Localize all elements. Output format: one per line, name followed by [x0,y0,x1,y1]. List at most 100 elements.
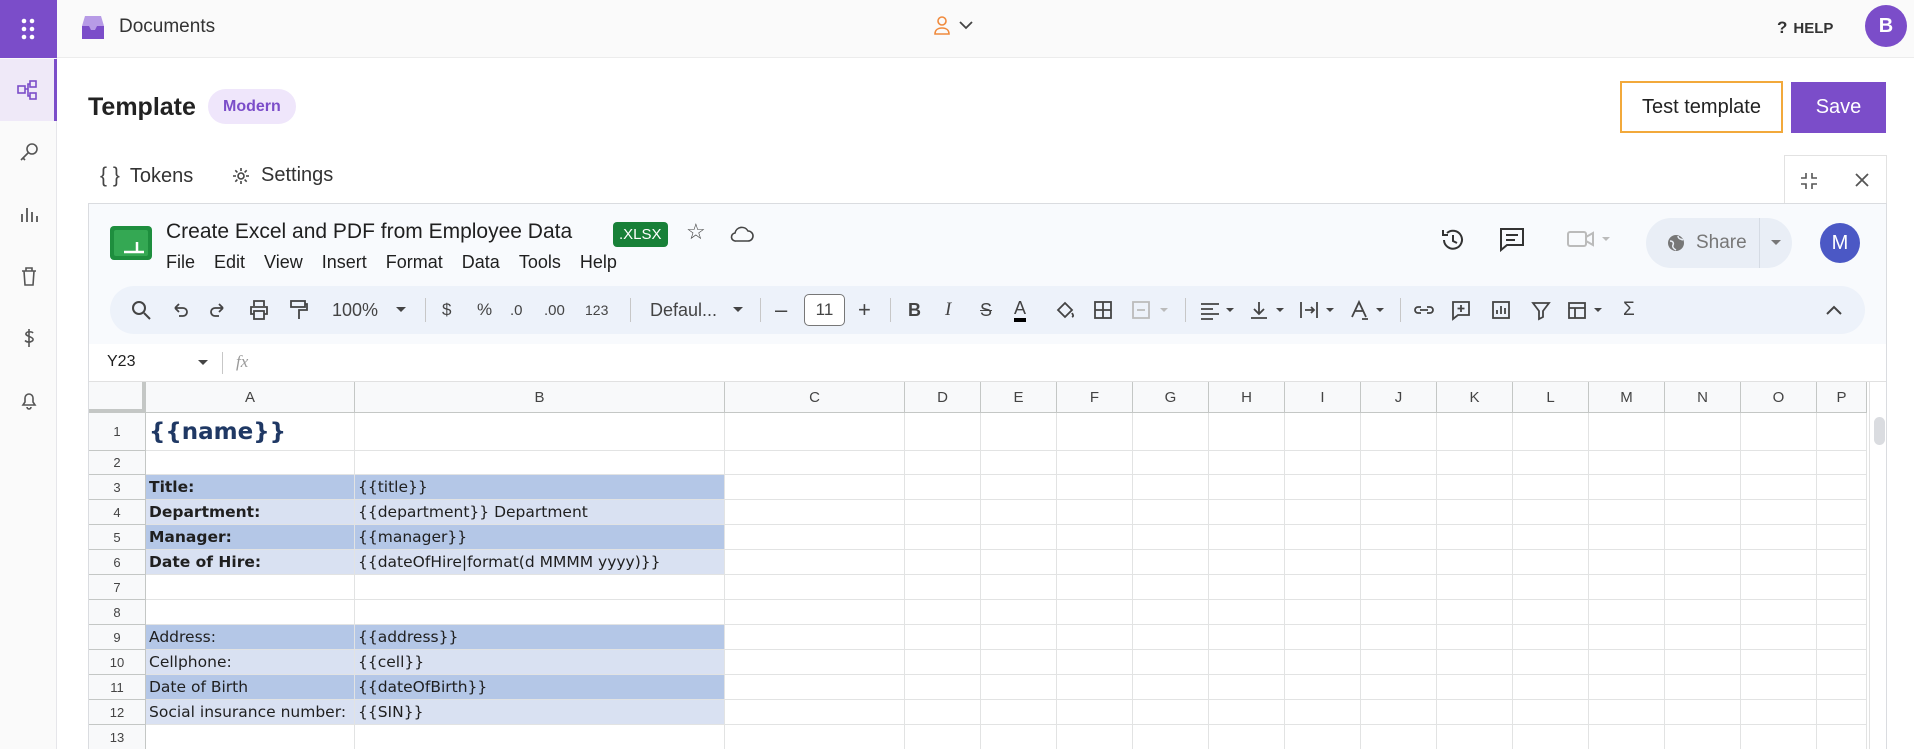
cell-a6[interactable]: Date of Hire: [146,550,355,575]
cell-p13[interactable] [1817,725,1867,749]
font-family-select[interactable]: Defaul... [650,298,717,322]
cell-f10[interactable] [1057,650,1133,675]
cell-g3[interactable] [1133,475,1209,500]
column-header[interactable]: O [1741,382,1817,413]
cell-p1[interactable] [1817,413,1867,451]
menu-help[interactable]: Help [580,252,617,273]
cell-grid[interactable]: A B C D E F G H I J K L M N O P 1 2 3 4 5 6 7 8 9 10 11 12 13 {{name}… [89,382,1886,749]
cell-b2[interactable] [355,451,725,475]
font-size-increase-button[interactable]: + [858,297,871,322]
cell-f2[interactable] [1057,451,1133,475]
cell-g13[interactable] [1133,725,1209,749]
cell-j2[interactable] [1361,451,1437,475]
cell-n9[interactable] [1665,625,1741,650]
cell-f13[interactable] [1057,725,1133,749]
cell-o1[interactable] [1741,413,1817,451]
save-button[interactable]: Save [1791,82,1886,133]
cell-m4[interactable] [1589,500,1665,525]
filter-icon[interactable] [1530,298,1552,322]
functions-button[interactable]: Σ [1623,298,1635,322]
cell-g9[interactable] [1133,625,1209,650]
cell-a8[interactable] [146,600,355,625]
cell-m6[interactable] [1589,550,1665,575]
cell-l12[interactable] [1513,700,1589,725]
cell-b12[interactable]: {{SIN}} [355,700,725,725]
cell-o6[interactable] [1741,550,1817,575]
cell-l10[interactable] [1513,650,1589,675]
cell-b5[interactable]: {{manager}} [355,525,725,550]
vertical-scrollbar[interactable] [1869,382,1886,749]
font-size-input[interactable]: 11 [804,294,845,326]
cell-g12[interactable] [1133,700,1209,725]
cell-e2[interactable] [981,451,1057,475]
cell-l7[interactable] [1513,575,1589,600]
cell-o5[interactable] [1741,525,1817,550]
cell-a5[interactable]: Manager: [146,525,355,550]
cell-m7[interactable] [1589,575,1665,600]
row-header[interactable]: 2 [89,451,146,475]
cell-c1[interactable] [725,413,905,451]
cell-d7[interactable] [905,575,981,600]
cell-e1[interactable] [981,413,1057,451]
zoom-dropdown-icon[interactable] [395,298,407,322]
cell-k3[interactable] [1437,475,1513,500]
cell-j9[interactable] [1361,625,1437,650]
row-header[interactable]: 8 [89,600,146,625]
column-header[interactable]: J [1361,382,1437,413]
name-box-dropdown-icon[interactable] [197,359,209,367]
cell-k10[interactable] [1437,650,1513,675]
cell-h1[interactable] [1209,413,1285,451]
cell-a10[interactable]: Cellphone: [146,650,355,675]
cell-l2[interactable] [1513,451,1589,475]
link-icon[interactable] [1412,298,1436,322]
column-header[interactable]: P [1817,382,1867,413]
cell-h5[interactable] [1209,525,1285,550]
cell-p5[interactable] [1817,525,1867,550]
rail-item-templates[interactable] [0,59,57,121]
column-header[interactable]: N [1665,382,1741,413]
cell-c7[interactable] [725,575,905,600]
cell-h2[interactable] [1209,451,1285,475]
user-avatar[interactable]: B [1865,5,1907,47]
cell-l1[interactable] [1513,413,1589,451]
cell-e8[interactable] [981,600,1057,625]
apps-grid-button[interactable] [0,0,57,58]
menu-insert[interactable]: Insert [322,252,367,273]
cell-i2[interactable] [1285,451,1361,475]
share-dropdown-icon[interactable] [1770,239,1782,247]
rail-item-billing[interactable] [0,307,57,369]
number-format-button[interactable]: 123 [585,298,608,322]
cell-n11[interactable] [1665,675,1741,700]
cell-b4[interactable]: {{department}} Department [355,500,725,525]
cell-j7[interactable] [1361,575,1437,600]
cell-f5[interactable] [1057,525,1133,550]
cloud-icon[interactable] [729,224,755,244]
cell-k2[interactable] [1437,451,1513,475]
cell-o4[interactable] [1741,500,1817,525]
cell-n3[interactable] [1665,475,1741,500]
italic-button[interactable]: I [945,298,951,322]
cell-o3[interactable] [1741,475,1817,500]
cell-o2[interactable] [1741,451,1817,475]
rail-item-trash[interactable] [0,245,57,307]
cell-j10[interactable] [1361,650,1437,675]
cell-h6[interactable] [1209,550,1285,575]
text-color-button[interactable]: A [1014,298,1027,322]
bold-button[interactable]: B [908,298,921,322]
document-title[interactable]: Create Excel and PDF from Employee Data [166,220,572,244]
cell-f8[interactable] [1057,600,1133,625]
cell-d11[interactable] [905,675,981,700]
cell-a12[interactable]: Social insurance number: [146,700,355,725]
cell-l6[interactable] [1513,550,1589,575]
cell-b8[interactable] [355,600,725,625]
cell-e4[interactable] [981,500,1057,525]
help-link[interactable]: ? HELP [1777,18,1833,38]
cell-h8[interactable] [1209,600,1285,625]
cell-d13[interactable] [905,725,981,749]
cell-c2[interactable] [725,451,905,475]
cell-a7[interactable] [146,575,355,600]
column-header[interactable]: I [1285,382,1361,413]
cell-i9[interactable] [1285,625,1361,650]
cell-c13[interactable] [725,725,905,749]
cell-g2[interactable] [1133,451,1209,475]
